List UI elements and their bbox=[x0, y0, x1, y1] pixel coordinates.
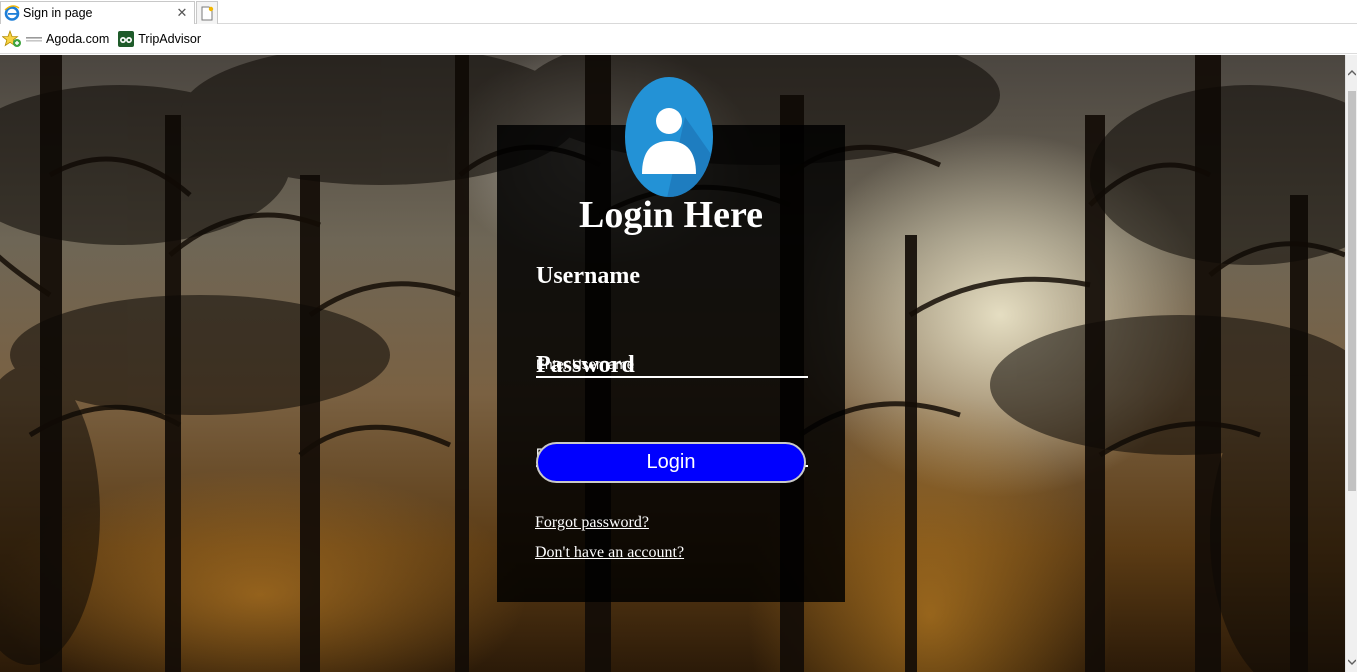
favorite-tripadvisor[interactable]: TripAdvisor bbox=[118, 31, 201, 47]
scroll-down-arrow-icon[interactable] bbox=[1346, 652, 1357, 672]
favorite-agoda[interactable]: Agoda.com bbox=[26, 32, 109, 46]
signup-link[interactable]: Don't have an account? bbox=[535, 544, 684, 562]
favorites-bar: Agoda.com TripAdvisor bbox=[0, 25, 1357, 54]
username-label: Username bbox=[536, 263, 640, 289]
scroll-up-arrow-icon[interactable] bbox=[1346, 55, 1357, 91]
forgot-password-link[interactable]: Forgot password? bbox=[535, 514, 649, 532]
new-tab-icon bbox=[201, 6, 214, 20]
new-tab-button[interactable] bbox=[196, 1, 218, 24]
favorites-star-icon[interactable] bbox=[2, 29, 22, 49]
login-title: Login Here bbox=[578, 194, 763, 236]
tab-title: Sign in page bbox=[23, 6, 93, 20]
favorite-tripadvisor-label: TripAdvisor bbox=[138, 32, 201, 46]
login-panel: Login Here Username Password Login Forgo… bbox=[497, 77, 845, 602]
tab-strip: Sign in page ✕ bbox=[0, 0, 1357, 24]
password-label: Password bbox=[536, 352, 635, 378]
tripadvisor-icon bbox=[118, 31, 135, 47]
page-viewport: Login Here Username Password Login Forgo… bbox=[0, 55, 1345, 672]
vertical-scrollbar[interactable] bbox=[1345, 55, 1357, 672]
scrollbar-thumb[interactable] bbox=[1348, 91, 1356, 491]
ie-logo-icon bbox=[4, 5, 20, 21]
login-button[interactable]: Login bbox=[536, 442, 806, 483]
browser-tab-sign-in[interactable]: Sign in page ✕ bbox=[0, 1, 195, 24]
close-tab-icon[interactable]: ✕ bbox=[174, 5, 190, 21]
agoda-icon bbox=[26, 34, 42, 44]
user-avatar-icon bbox=[625, 77, 713, 197]
favorite-agoda-label: Agoda.com bbox=[46, 32, 110, 46]
